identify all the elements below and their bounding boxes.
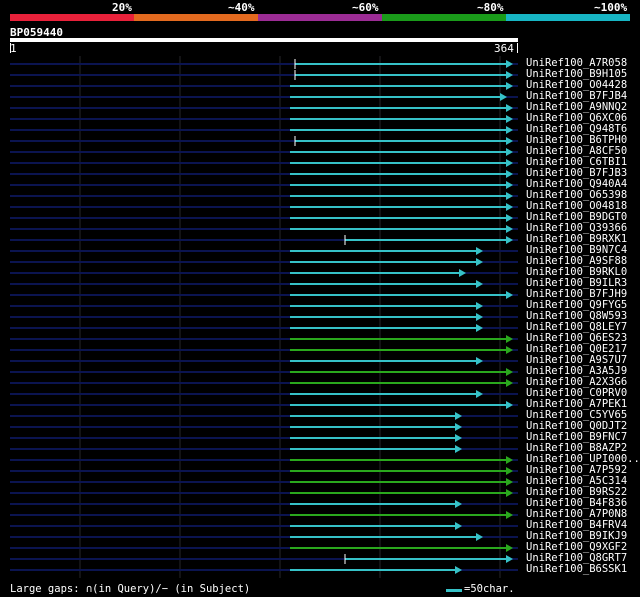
hit-arrowhead <box>506 60 513 68</box>
hit-arrowhead <box>506 236 513 244</box>
hit-row[interactable] <box>10 235 518 245</box>
scale-legend-text: =50char. <box>464 583 515 595</box>
hit-row[interactable] <box>10 390 518 398</box>
hit-row[interactable] <box>10 225 518 233</box>
hit-arrowhead <box>455 522 462 530</box>
hit-arrowhead <box>506 346 513 354</box>
hit-arrowhead <box>476 313 483 321</box>
hit-row[interactable] <box>10 566 518 574</box>
hit-arrowhead <box>455 434 462 442</box>
hit-arrowhead <box>476 533 483 541</box>
hit-row[interactable] <box>10 324 518 332</box>
hit-arrowhead <box>506 170 513 178</box>
hit-arrowhead <box>476 280 483 288</box>
hit-row[interactable] <box>10 82 518 90</box>
hit-arrowhead <box>476 390 483 398</box>
hit-row[interactable] <box>10 467 518 475</box>
hit-arrowhead <box>506 159 513 167</box>
hit-arrowhead <box>500 93 507 101</box>
hit-row[interactable] <box>10 181 518 189</box>
hit-row[interactable] <box>10 203 518 211</box>
hit-row[interactable] <box>10 192 518 200</box>
hit-row[interactable] <box>10 423 518 431</box>
hit-row[interactable] <box>10 412 518 420</box>
hit-arrowhead <box>476 258 483 266</box>
hit-arrowhead <box>459 269 466 277</box>
hit-row[interactable] <box>10 456 518 464</box>
hit-row[interactable] <box>10 500 518 508</box>
hit-arrowhead <box>506 489 513 497</box>
hit-arrowhead <box>506 181 513 189</box>
hit-row[interactable] <box>10 302 518 310</box>
hit-arrowhead <box>476 324 483 332</box>
hit-arrowhead <box>455 412 462 420</box>
hit-row[interactable] <box>10 59 518 69</box>
hit-row[interactable] <box>10 533 518 541</box>
hit-arrowhead <box>506 203 513 211</box>
hit-row[interactable] <box>10 93 518 101</box>
hit-row[interactable] <box>10 346 518 354</box>
hit-arrowhead <box>476 302 483 310</box>
hit-row[interactable] <box>10 148 518 156</box>
hit-row[interactable] <box>10 544 518 552</box>
hit-arrowhead <box>455 500 462 508</box>
hit-arrowhead <box>476 247 483 255</box>
hit-row[interactable] <box>10 489 518 497</box>
hit-arrowhead <box>455 566 462 574</box>
hit-arrowhead <box>506 192 513 200</box>
hit-row[interactable] <box>10 104 518 112</box>
hit-arrowhead <box>476 357 483 365</box>
hit-arrowhead <box>506 148 513 156</box>
hit-arrowhead <box>506 291 513 299</box>
hit-arrowhead <box>506 368 513 376</box>
hit-row[interactable] <box>10 70 518 80</box>
hit-row[interactable] <box>10 368 518 376</box>
hit-arrowhead <box>506 71 513 79</box>
hit-arrowhead <box>506 511 513 519</box>
hit-row[interactable] <box>10 159 518 167</box>
hit-arrowhead <box>506 104 513 112</box>
hit-row[interactable] <box>10 247 518 255</box>
hit-row[interactable] <box>10 291 518 299</box>
hit-row[interactable] <box>10 357 518 365</box>
hit-row[interactable] <box>10 522 518 530</box>
hit-arrowhead <box>506 401 513 409</box>
hit-arrowhead <box>506 126 513 134</box>
hit-arrowhead <box>506 456 513 464</box>
hit-row[interactable] <box>10 434 518 442</box>
hit-row[interactable] <box>10 401 518 409</box>
hit-arrowhead <box>506 137 513 145</box>
hit-arrowhead <box>506 115 513 123</box>
hit-row[interactable] <box>10 214 518 222</box>
hit-arrowhead <box>506 467 513 475</box>
hit-arrowhead <box>506 225 513 233</box>
gap-legend-text: Large gaps: ∩(in Query)/− (in Subject) <box>10 583 251 595</box>
hit-row[interactable] <box>10 313 518 321</box>
hit-arrowhead <box>506 335 513 343</box>
hit-row[interactable] <box>10 554 518 564</box>
scale-swatch <box>446 589 462 592</box>
hit-row[interactable] <box>10 511 518 519</box>
hit-name-label[interactable]: UniRef100_B6SSK1 <box>526 564 627 575</box>
hit-arrowhead <box>506 544 513 552</box>
hit-arrowhead <box>455 423 462 431</box>
hit-row[interactable] <box>10 445 518 453</box>
hit-row[interactable] <box>10 335 518 343</box>
hit-arrowhead <box>506 82 513 90</box>
hit-arrowhead <box>506 478 513 486</box>
hit-arrowhead <box>455 445 462 453</box>
hit-row[interactable] <box>10 170 518 178</box>
hit-row[interactable] <box>10 115 518 123</box>
hit-row[interactable] <box>10 258 518 266</box>
hit-arrowhead <box>506 214 513 222</box>
hit-row[interactable] <box>10 269 518 277</box>
hit-arrowhead <box>506 379 513 387</box>
hit-row[interactable] <box>10 136 518 146</box>
hit-row[interactable] <box>10 478 518 486</box>
hit-row[interactable] <box>10 379 518 387</box>
hit-arrowhead <box>506 555 513 563</box>
hit-row[interactable] <box>10 280 518 288</box>
hit-row[interactable] <box>10 126 518 134</box>
